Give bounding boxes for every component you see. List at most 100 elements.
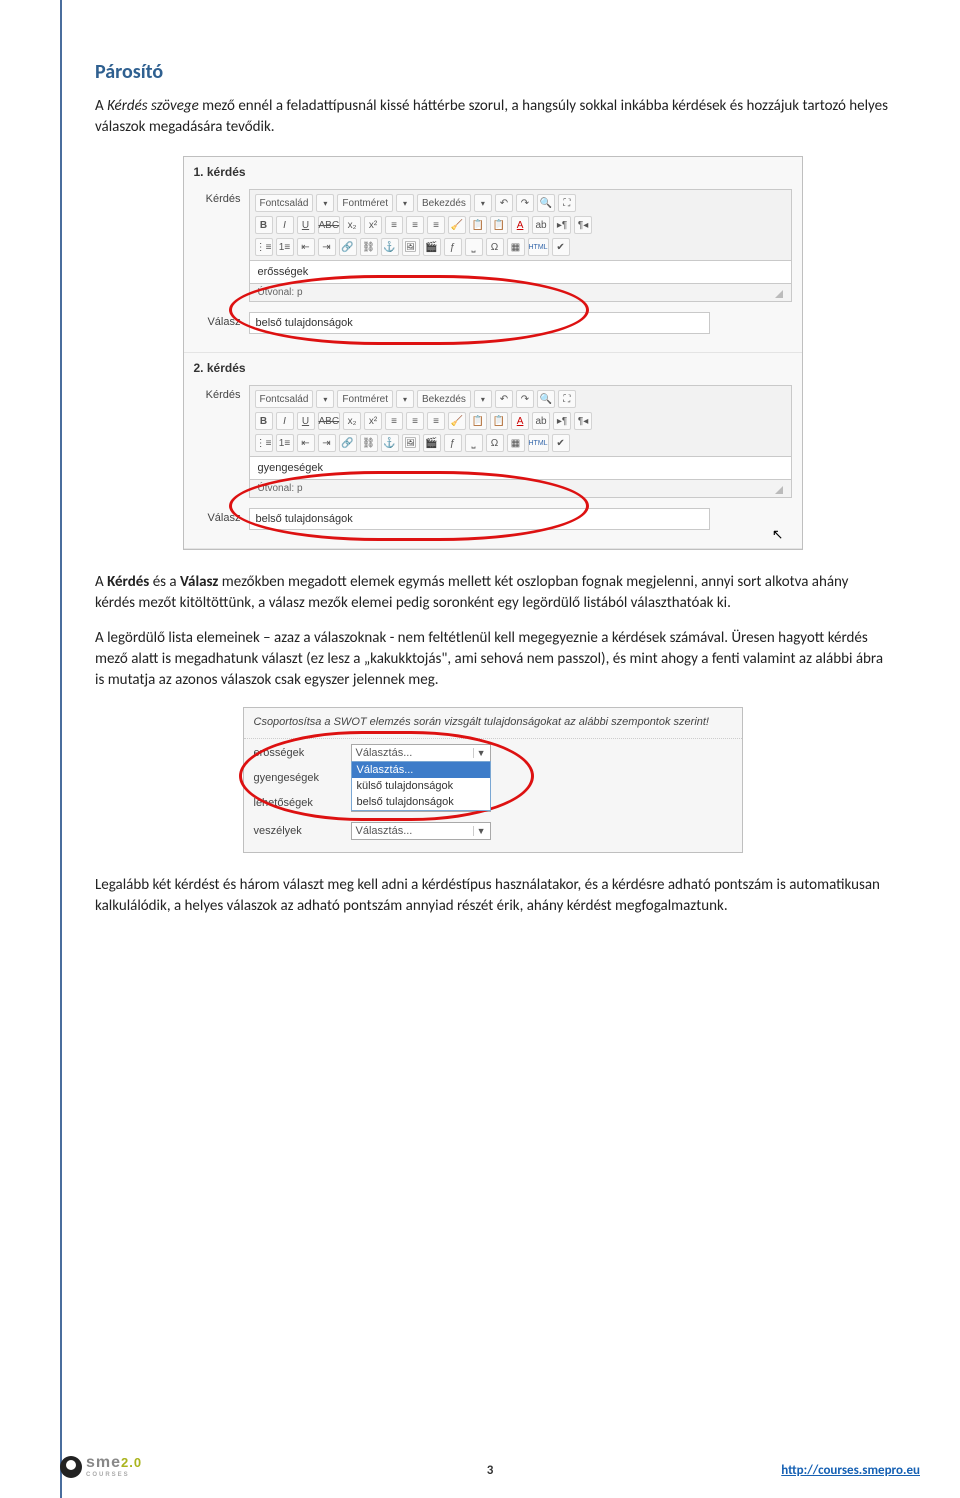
align-right-icon[interactable]: ≡ (427, 412, 445, 430)
align-center-icon[interactable]: ≡ (406, 412, 424, 430)
italic-icon[interactable]: I (276, 412, 294, 430)
image-icon[interactable]: 🖼 (402, 238, 420, 256)
fontfamily-dropdown-icon[interactable]: ▾ (316, 390, 334, 408)
media-icon[interactable]: 🎬 (423, 434, 441, 452)
indent-icon[interactable]: ⇥ (318, 238, 336, 256)
number-list-icon[interactable]: 1≡ (276, 238, 294, 256)
find-icon[interactable]: 🔍 (537, 390, 555, 408)
find-icon[interactable]: 🔍 (537, 194, 555, 212)
paragraph-dropdown-icon[interactable]: ▾ (474, 390, 492, 408)
link-icon[interactable]: 🔗 (339, 434, 357, 452)
align-left-icon[interactable]: ≡ (385, 216, 403, 234)
equation-icon[interactable]: ƒ (444, 238, 462, 256)
media-icon[interactable]: 🎬 (423, 238, 441, 256)
undo-icon[interactable]: ↶ (495, 194, 513, 212)
image-icon[interactable]: 🖼 (402, 434, 420, 452)
ltr-icon[interactable]: ▸¶ (553, 216, 571, 234)
paste-word-icon[interactable]: 📋 (490, 216, 508, 234)
indent-icon[interactable]: ⇥ (318, 434, 336, 452)
rtl-icon[interactable]: ¶◂ (574, 216, 592, 234)
fontfamily-dropdown-icon[interactable]: ▾ (316, 194, 334, 212)
strike-icon[interactable]: ABC (318, 412, 341, 430)
superscript-icon[interactable]: x² (364, 216, 382, 234)
paragraph-select[interactable]: Bekezdés (417, 194, 471, 212)
unlink-icon[interactable]: ⛓ (360, 434, 378, 452)
unlink-icon[interactable]: ⛓ (360, 238, 378, 256)
strike-icon[interactable]: ABC (318, 216, 341, 234)
align-right-icon[interactable]: ≡ (427, 216, 445, 234)
editor-screenshot-1: 1. kérdés Kérdés Fontcsalád▾ Fontméret▾ … (183, 156, 803, 550)
text-color-icon[interactable]: A (511, 216, 529, 234)
bold-icon[interactable]: B (255, 216, 273, 234)
fontsize-dropdown-icon[interactable]: ▾ (396, 194, 414, 212)
align-left-icon[interactable]: ≡ (385, 412, 403, 430)
redo-icon[interactable]: ↷ (516, 390, 534, 408)
nbsp-icon[interactable]: ⎵ (465, 238, 483, 256)
link-icon[interactable]: 🔗 (339, 238, 357, 256)
rtl-icon[interactable]: ¶◂ (574, 412, 592, 430)
paste-icon[interactable]: 📋 (469, 216, 487, 234)
subscript-icon[interactable]: x₂ (343, 216, 361, 234)
select-value: Választás... (356, 825, 413, 837)
highlight-icon[interactable]: ab (532, 412, 550, 430)
ltr-icon[interactable]: ▸¶ (553, 412, 571, 430)
char-icon[interactable]: Ω (486, 238, 504, 256)
paste-word-icon[interactable]: 📋 (490, 412, 508, 430)
footer-url-link[interactable]: http://courses.smepro.eu (781, 1463, 920, 1478)
fontsize-dropdown-icon[interactable]: ▾ (396, 390, 414, 408)
align-center-icon[interactable]: ≡ (406, 216, 424, 234)
number-list-icon[interactable]: 1≡ (276, 434, 294, 452)
editor-textarea[interactable]: erősségek (249, 261, 792, 284)
clean-icon[interactable]: 🧹 (448, 412, 466, 430)
bullet-list-icon[interactable]: ⋮≡ (255, 238, 273, 256)
fontsize-select[interactable]: Fontméret (337, 194, 393, 212)
resize-handle-icon[interactable] (775, 290, 783, 298)
underline-icon[interactable]: U (297, 412, 315, 430)
anchor-icon[interactable]: ⚓ (381, 434, 399, 452)
paste-icon[interactable]: 📋 (469, 412, 487, 430)
html-button[interactable]: HTML (528, 434, 549, 452)
spellcheck-icon[interactable]: ✔ (552, 238, 570, 256)
resize-handle-icon[interactable] (775, 486, 783, 494)
dropdown-option[interactable]: külső tulajdonságok (352, 778, 490, 794)
footer-logo: sme2.0 COURSES (60, 1454, 142, 1478)
bold-icon[interactable]: B (255, 412, 273, 430)
text-color-icon[interactable]: A (511, 412, 529, 430)
answer-input[interactable]: belső tulajdonságok (249, 312, 711, 334)
spellcheck-icon[interactable]: ✔ (552, 434, 570, 452)
path-text-2: Útvonal: p (258, 483, 303, 494)
subscript-icon[interactable]: x₂ (343, 412, 361, 430)
swot-select-1[interactable]: Választás... ▼ (351, 744, 491, 762)
undo-icon[interactable]: ↶ (495, 390, 513, 408)
outdent-icon[interactable]: ⇤ (297, 238, 315, 256)
dropdown-option[interactable]: Választás... (352, 762, 490, 778)
char-icon[interactable]: Ω (486, 434, 504, 452)
fontfamily-select[interactable]: Fontcsalád (255, 390, 314, 408)
paragraph-3: A legördülő lista elemeinek – azaz a vál… (95, 628, 890, 691)
table-icon[interactable]: ▦ (507, 238, 525, 256)
paragraph-dropdown-icon[interactable]: ▾ (474, 194, 492, 212)
bullet-list-icon[interactable]: ⋮≡ (255, 434, 273, 452)
dropdown-option[interactable]: belső tulajdonságok (352, 794, 490, 810)
swot-select-4[interactable]: Választás... ▼ (351, 822, 491, 840)
fontsize-select[interactable]: Fontméret (337, 390, 393, 408)
italic-icon[interactable]: I (276, 216, 294, 234)
editor-textarea-2[interactable]: gyengeségek (249, 457, 792, 480)
table-icon[interactable]: ▦ (507, 434, 525, 452)
outdent-icon[interactable]: ⇤ (297, 434, 315, 452)
nbsp-icon[interactable]: ⎵ (465, 434, 483, 452)
fullscreen-icon[interactable]: ⛶ (558, 194, 576, 212)
underline-icon[interactable]: U (297, 216, 315, 234)
redo-icon[interactable]: ↷ (516, 194, 534, 212)
equation-icon[interactable]: ƒ (444, 434, 462, 452)
superscript-icon[interactable]: x² (364, 412, 382, 430)
page-number: 3 (487, 1463, 494, 1478)
fontfamily-select[interactable]: Fontcsalád (255, 194, 314, 212)
paragraph-select[interactable]: Bekezdés (417, 390, 471, 408)
clean-icon[interactable]: 🧹 (448, 216, 466, 234)
fullscreen-icon[interactable]: ⛶ (558, 390, 576, 408)
highlight-icon[interactable]: ab (532, 216, 550, 234)
answer-input-2[interactable]: belső tulajdonságok (249, 508, 711, 530)
html-button[interactable]: HTML (528, 238, 549, 256)
anchor-icon[interactable]: ⚓ (381, 238, 399, 256)
